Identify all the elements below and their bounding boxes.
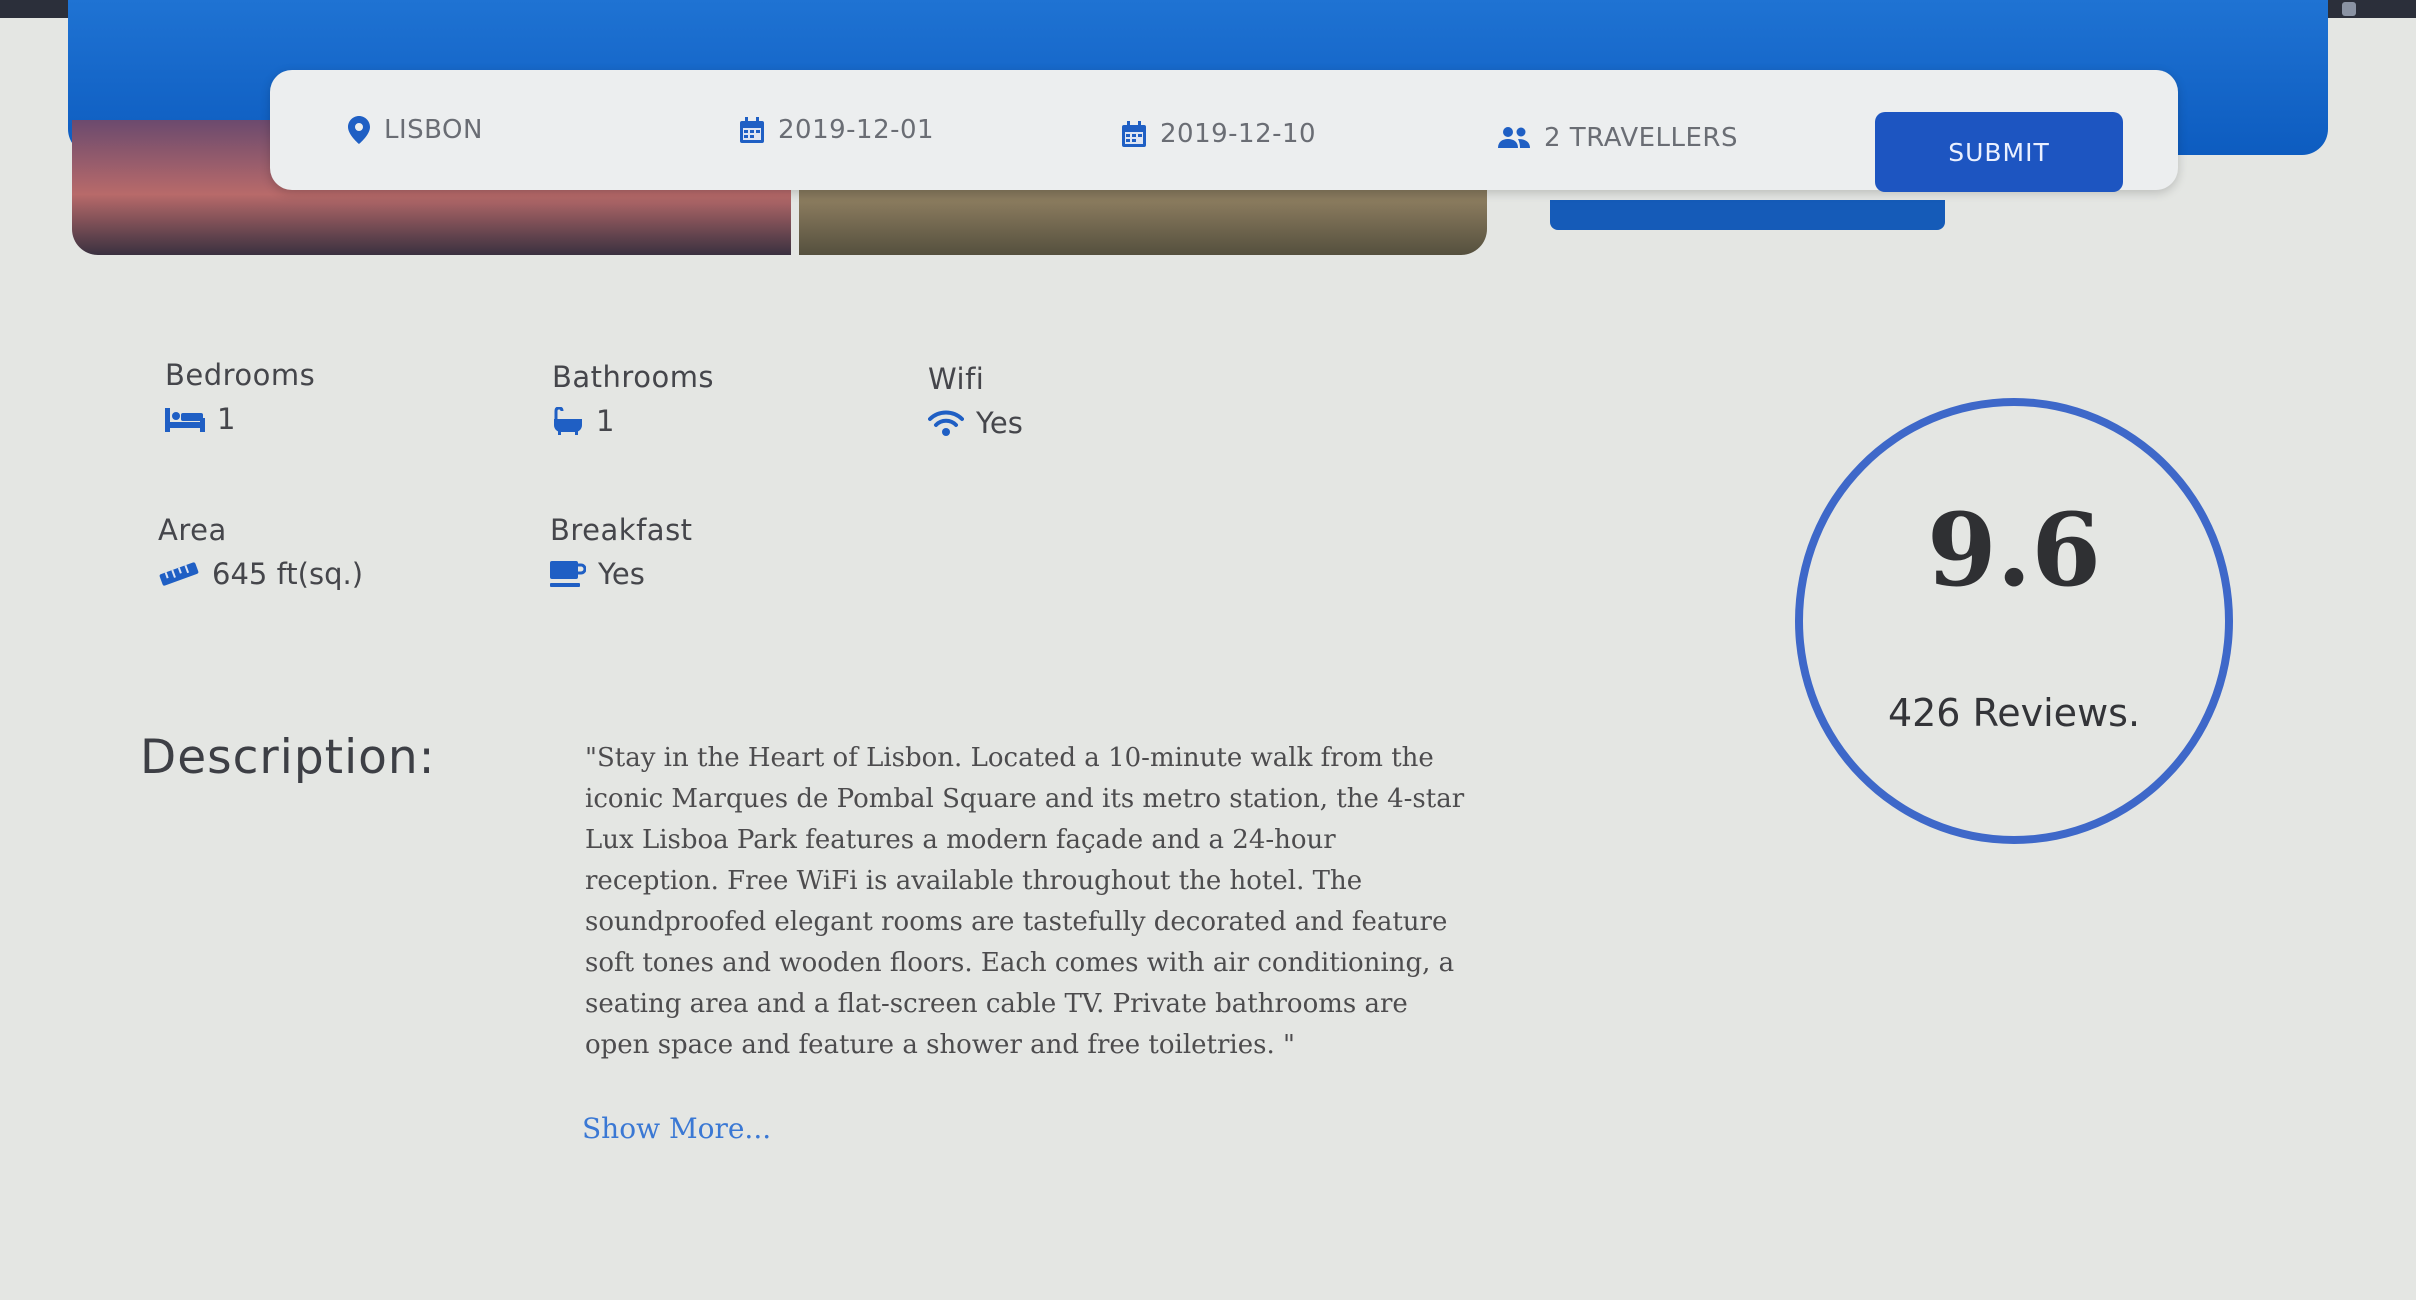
travellers-value: 2 TRAVELLERS [1544, 123, 1739, 153]
users-icon [1498, 126, 1530, 150]
description-heading: Description: [140, 730, 436, 785]
wifi-value: Yes [976, 406, 1023, 440]
search-bar: LISBON 2019-12-01 2019-12-10 2 TRAVELLER… [270, 70, 2178, 192]
amenity-area: Area 645 ft(sq.) [158, 513, 363, 591]
travellers-field[interactable]: 2 TRAVELLERS [1498, 78, 1738, 198]
amenity-label: Breakfast [550, 513, 693, 547]
amenity-label: Area [158, 513, 227, 547]
location-value: LISBON [384, 115, 483, 145]
calendar-icon [740, 117, 764, 143]
bed-icon [165, 406, 205, 432]
description-text: "Stay in the Heart of Lisbon. Located a … [585, 743, 1465, 1060]
amenity-value-row: Yes [550, 557, 693, 591]
show-more-link[interactable]: Show More... [582, 1112, 771, 1145]
coffee-cup-icon [550, 560, 586, 588]
amenity-wifi: Wifi Yes [928, 362, 1023, 440]
bathtub-icon [552, 407, 584, 435]
tray-app-icon[interactable] [2342, 2, 2356, 16]
checkin-date-field[interactable]: 2019-12-01 [740, 70, 934, 190]
wifi-icon [928, 409, 964, 437]
bedrooms-value: 1 [217, 402, 236, 436]
amenity-value-row: Yes [928, 406, 1023, 440]
location-field[interactable]: LISBON [348, 70, 483, 190]
amenity-value-row: 645 ft(sq.) [158, 557, 363, 591]
rating-badge: 9.6 426 Reviews. [1795, 398, 2233, 844]
amenity-bedrooms: Bedrooms 1 [165, 358, 315, 436]
amenity-value-row: 1 [165, 402, 315, 436]
amenity-breakfast: Breakfast Yes [550, 513, 693, 591]
amenity-label: Bedrooms [165, 358, 316, 392]
review-count[interactable]: 426 Reviews. [1803, 691, 2225, 735]
bathrooms-value: 1 [596, 404, 615, 438]
amenity-value-row: 1 [552, 404, 714, 438]
map-pin-icon [348, 116, 370, 144]
amenity-bathrooms: Bathrooms 1 [552, 360, 714, 438]
rating-score: 9.6 [1927, 491, 2101, 609]
ruler-icon [158, 561, 200, 587]
submit-button[interactable]: SUBMIT [1875, 112, 2123, 192]
calendar-icon [1122, 121, 1146, 147]
area-value: 645 ft(sq.) [212, 557, 364, 591]
checkin-date-value: 2019-12-01 [778, 115, 935, 145]
checkout-date-field[interactable]: 2019-12-10 [1122, 74, 1316, 194]
hero-accent-tab [1550, 200, 1945, 230]
checkout-date-value: 2019-12-10 [1160, 119, 1317, 149]
breakfast-value: Yes [598, 557, 645, 591]
amenity-label: Wifi [928, 362, 985, 396]
amenity-label: Bathrooms [552, 360, 715, 394]
